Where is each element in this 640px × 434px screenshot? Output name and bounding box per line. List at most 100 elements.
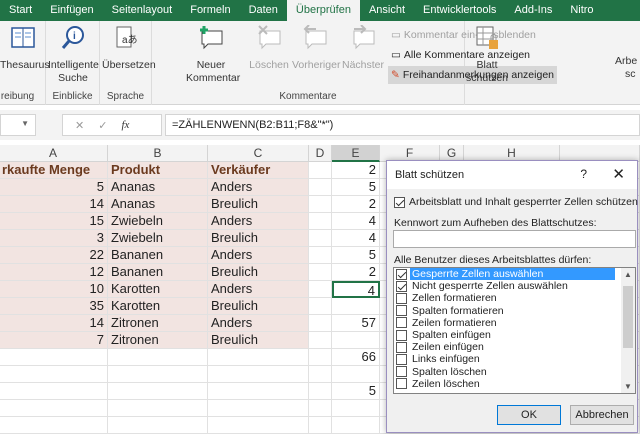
- permission-checkbox[interactable]: [396, 329, 407, 341]
- cell[interactable]: [108, 417, 208, 434]
- tab-7[interactable]: Entwicklertools: [414, 0, 505, 21]
- permission-option[interactable]: Links einfügen: [394, 353, 635, 365]
- cell[interactable]: Breulich: [208, 298, 309, 315]
- cell[interactable]: [332, 400, 380, 417]
- tab-5[interactable]: Überprüfen: [286, 0, 360, 21]
- cell[interactable]: [108, 349, 208, 366]
- help-button[interactable]: ?: [580, 167, 587, 181]
- cell[interactable]: [332, 417, 380, 434]
- cell[interactable]: [208, 417, 309, 434]
- cell[interactable]: [332, 298, 380, 315]
- tab-4[interactable]: Daten: [240, 0, 287, 21]
- cell[interactable]: [309, 230, 332, 247]
- cell[interactable]: [0, 349, 108, 366]
- cell[interactable]: 57: [332, 315, 380, 332]
- permission-checkbox[interactable]: [396, 292, 407, 304]
- permission-checkbox[interactable]: [396, 341, 407, 353]
- formula-input[interactable]: =ZÄHLENWENN(B2:B11;F8&"*"): [165, 114, 640, 136]
- cell[interactable]: [208, 383, 309, 400]
- tab-0[interactable]: Start: [0, 0, 41, 21]
- cell[interactable]: [0, 400, 108, 417]
- cell[interactable]: 5: [332, 179, 380, 196]
- cell[interactable]: [309, 281, 332, 298]
- cell[interactable]: 66: [332, 349, 380, 366]
- toggle-comment-button[interactable]: ▭ Kommentar ein-/ausblenden: [388, 26, 539, 44]
- cell[interactable]: 4: [332, 281, 380, 298]
- cell[interactable]: [108, 383, 208, 400]
- permission-checkbox[interactable]: [396, 268, 407, 280]
- cell[interactable]: [309, 400, 332, 417]
- cell[interactable]: [309, 264, 332, 281]
- cell[interactable]: Bananen: [108, 247, 208, 264]
- cell[interactable]: Anders: [208, 179, 309, 196]
- permission-option[interactable]: Zeilen einfügen: [394, 341, 635, 353]
- permission-option[interactable]: Nicht gesperrte Zellen auswählen: [394, 280, 635, 292]
- delete-comment-button[interactable]: Löschen: [248, 25, 290, 72]
- permission-option[interactable]: Spalten formatieren: [394, 305, 635, 317]
- cell[interactable]: [309, 179, 332, 196]
- permission-option[interactable]: Zeilen löschen: [394, 378, 635, 390]
- scroll-thumb[interactable]: [623, 286, 633, 348]
- cell[interactable]: [108, 366, 208, 383]
- cell[interactable]: Karotten: [108, 298, 208, 315]
- next-comment-button[interactable]: Nächster: [340, 24, 386, 72]
- cell[interactable]: [309, 383, 332, 400]
- cell[interactable]: 5: [0, 179, 108, 196]
- cell[interactable]: 2: [332, 264, 380, 281]
- cancel-icon[interactable]: ✕: [75, 119, 84, 132]
- chevron-down-icon[interactable]: ▼: [21, 119, 29, 128]
- tab-9[interactable]: Nitro: [561, 0, 602, 21]
- cell[interactable]: Zitronen: [108, 315, 208, 332]
- cell[interactable]: 22: [0, 247, 108, 264]
- tab-3[interactable]: Formeln: [181, 0, 239, 21]
- cell[interactable]: 14: [0, 196, 108, 213]
- permission-checkbox[interactable]: [396, 317, 407, 329]
- cell[interactable]: 7: [0, 332, 108, 349]
- protect-checkbox-row[interactable]: Arbeitsblatt und Inhalt gesperrter Zelle…: [394, 196, 638, 208]
- scrollbar[interactable]: ▲ ▼: [621, 268, 635, 393]
- enter-icon[interactable]: ✓: [98, 119, 107, 132]
- show-all-comments-button[interactable]: ▭ Alle Kommentare anzeigen: [388, 46, 533, 64]
- cell[interactable]: Zwiebeln: [108, 213, 208, 230]
- permission-option[interactable]: Zellen formatieren: [394, 292, 635, 304]
- cell[interactable]: Karotten: [108, 281, 208, 298]
- thesaurus-button[interactable]: Thesaurus: [0, 25, 50, 72]
- cell[interactable]: Anders: [208, 247, 309, 264]
- cell[interactable]: 14: [0, 315, 108, 332]
- cell[interactable]: [108, 400, 208, 417]
- cell[interactable]: [309, 298, 332, 315]
- cancel-button[interactable]: Abbrechen: [570, 405, 634, 425]
- cell[interactable]: Ananas: [108, 179, 208, 196]
- cell[interactable]: [332, 332, 380, 349]
- cell[interactable]: Bananen: [108, 264, 208, 281]
- cell[interactable]: Breulich: [208, 264, 309, 281]
- column-header[interactable]: D: [309, 145, 332, 162]
- tab-1[interactable]: Einfügen: [41, 0, 102, 21]
- permission-option[interactable]: Spalten löschen: [394, 366, 635, 378]
- cell[interactable]: 5: [332, 383, 380, 400]
- cell[interactable]: Zitronen: [108, 332, 208, 349]
- column-header[interactable]: E: [332, 145, 380, 162]
- ok-button[interactable]: OK: [497, 405, 561, 425]
- cell[interactable]: [309, 417, 332, 434]
- cell[interactable]: [309, 332, 332, 349]
- cell[interactable]: [309, 366, 332, 383]
- cell[interactable]: Breulich: [208, 332, 309, 349]
- tab-2[interactable]: Seitenlayout: [103, 0, 182, 21]
- column-header[interactable]: B: [108, 145, 208, 162]
- protect-sheet-button[interactable]: Blatt schützen: [466, 25, 508, 85]
- permission-checkbox[interactable]: [396, 353, 407, 365]
- scroll-up-icon[interactable]: ▲: [624, 270, 632, 279]
- cell[interactable]: 2: [332, 162, 380, 179]
- cell[interactable]: [0, 383, 108, 400]
- cell[interactable]: 2: [332, 196, 380, 213]
- previous-comment-button[interactable]: Vorheriger: [292, 24, 340, 72]
- function-icon[interactable]: fx: [121, 119, 129, 131]
- cell[interactable]: [309, 349, 332, 366]
- cell[interactable]: 4: [332, 213, 380, 230]
- column-header[interactable]: C: [208, 145, 309, 162]
- cell[interactable]: [309, 196, 332, 213]
- cell[interactable]: [0, 417, 108, 434]
- cell[interactable]: 4: [332, 230, 380, 247]
- cell[interactable]: 15: [0, 213, 108, 230]
